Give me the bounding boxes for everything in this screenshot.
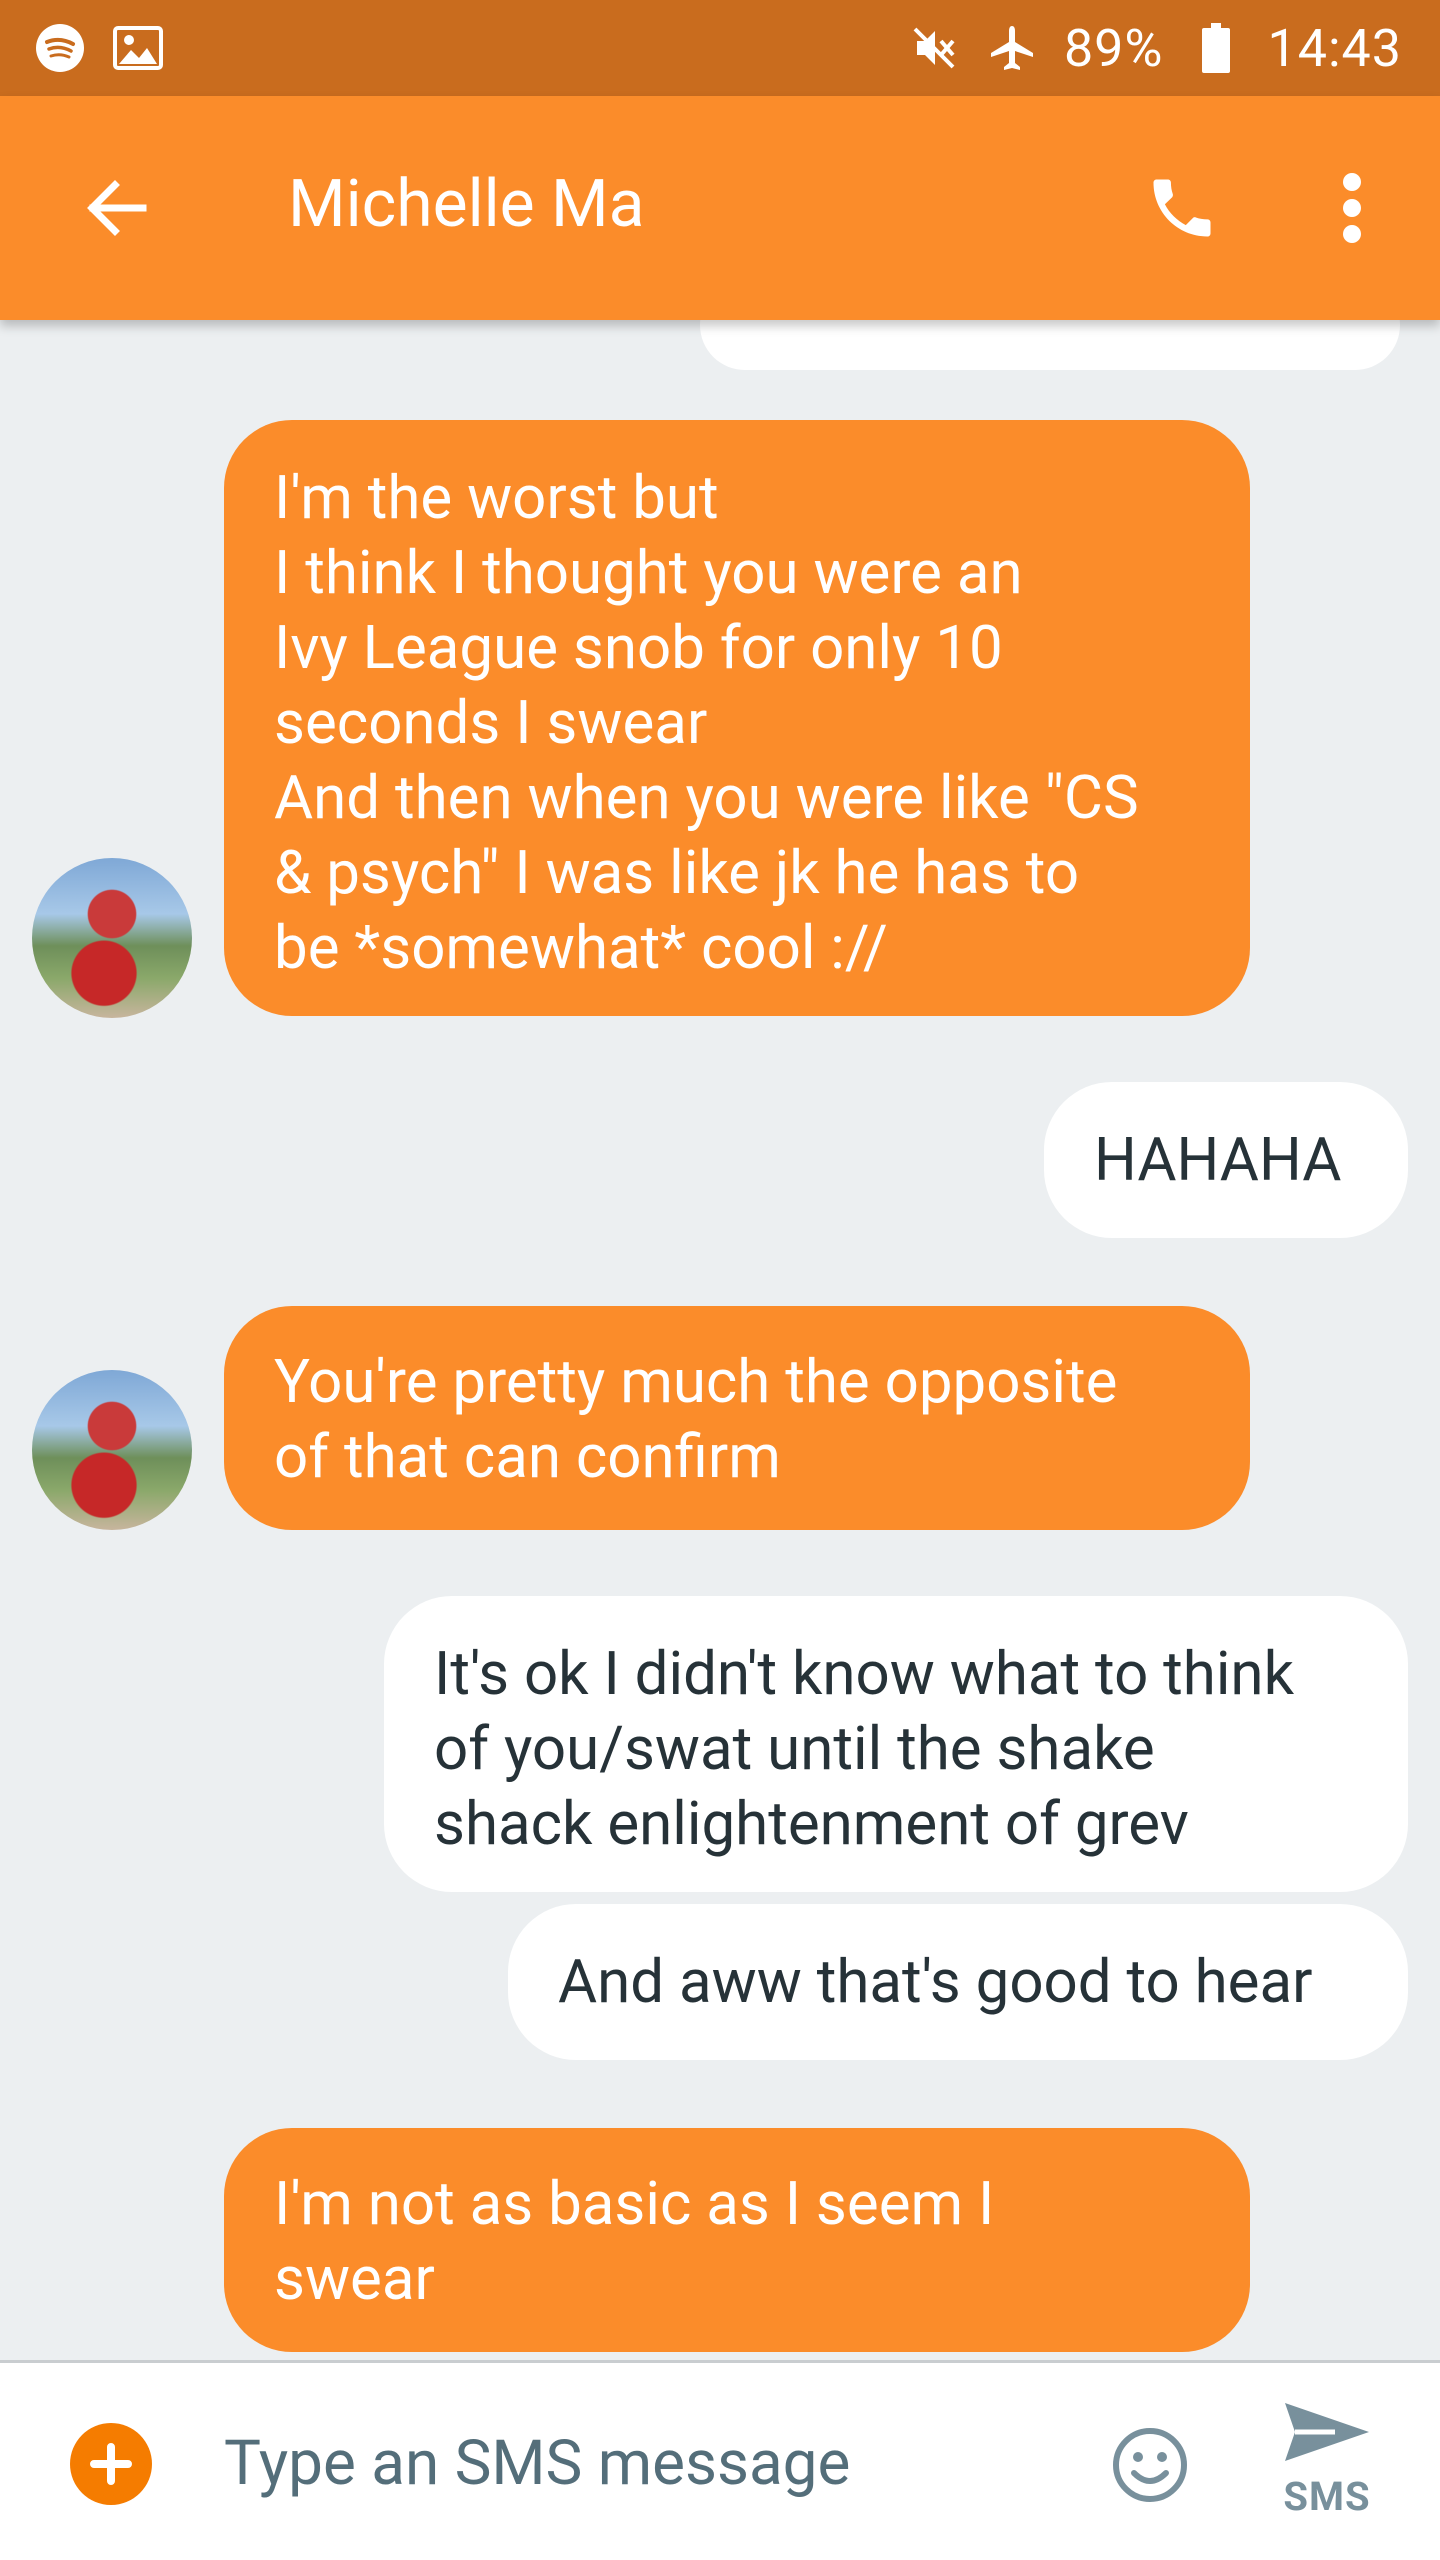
- call-button[interactable]: [1136, 162, 1228, 254]
- back-arrow-icon: [87, 180, 147, 236]
- clock: 14:43: [1267, 17, 1402, 79]
- send-label: SMS: [1283, 2473, 1371, 2520]
- battery-icon: [1190, 22, 1242, 74]
- send-button[interactable]: SMS: [1262, 2397, 1392, 2537]
- status-bar: 89% 14:43: [0, 0, 1440, 96]
- app-bar: Michelle Ma: [0, 96, 1440, 320]
- message-bubble-outgoing[interactable]: It's ok I didn't know what to think of y…: [384, 1596, 1408, 1892]
- status-left: [34, 22, 164, 74]
- message-bubble-incoming[interactable]: I'm the worst but I think I thought you …: [224, 420, 1250, 1016]
- mute-icon: [908, 22, 960, 74]
- status-right: 89% 14:43: [908, 18, 1402, 79]
- previous-message-bubble: [700, 320, 1400, 370]
- attach-button[interactable]: [70, 2423, 152, 2505]
- spotify-icon: [34, 22, 86, 74]
- avatar[interactable]: [32, 1370, 192, 1530]
- conversation[interactable]: I'm the worst but I think I thought you …: [0, 320, 1440, 2360]
- battery-percent: 89%: [1063, 17, 1164, 79]
- message-bubble-outgoing[interactable]: HAHAHA: [1044, 1082, 1408, 1238]
- send-icon: [1285, 2403, 1369, 2461]
- avatar[interactable]: [32, 858, 192, 1018]
- plus-icon: [90, 2443, 132, 2485]
- image-icon: [112, 22, 164, 74]
- more-vert-icon: [1343, 173, 1361, 243]
- emoji-button[interactable]: [1108, 2423, 1192, 2507]
- message-bubble-outgoing[interactable]: And aww that's good to hear: [508, 1904, 1408, 2060]
- contact-name: Michelle Ma: [288, 166, 645, 243]
- message-bubble-incoming[interactable]: I'm not as basic as I seem I swear: [224, 2128, 1250, 2352]
- back-button[interactable]: [70, 162, 162, 254]
- phone-icon: [1153, 179, 1211, 237]
- airplane-icon: [986, 22, 1038, 74]
- message-input[interactable]: [224, 2413, 1064, 2513]
- smiley-icon: [1113, 2428, 1187, 2502]
- message-bubble-incoming[interactable]: You're pretty much the opposite of that …: [224, 1306, 1250, 1530]
- composer: SMS: [0, 2360, 1440, 2560]
- more-options-button[interactable]: [1306, 162, 1398, 254]
